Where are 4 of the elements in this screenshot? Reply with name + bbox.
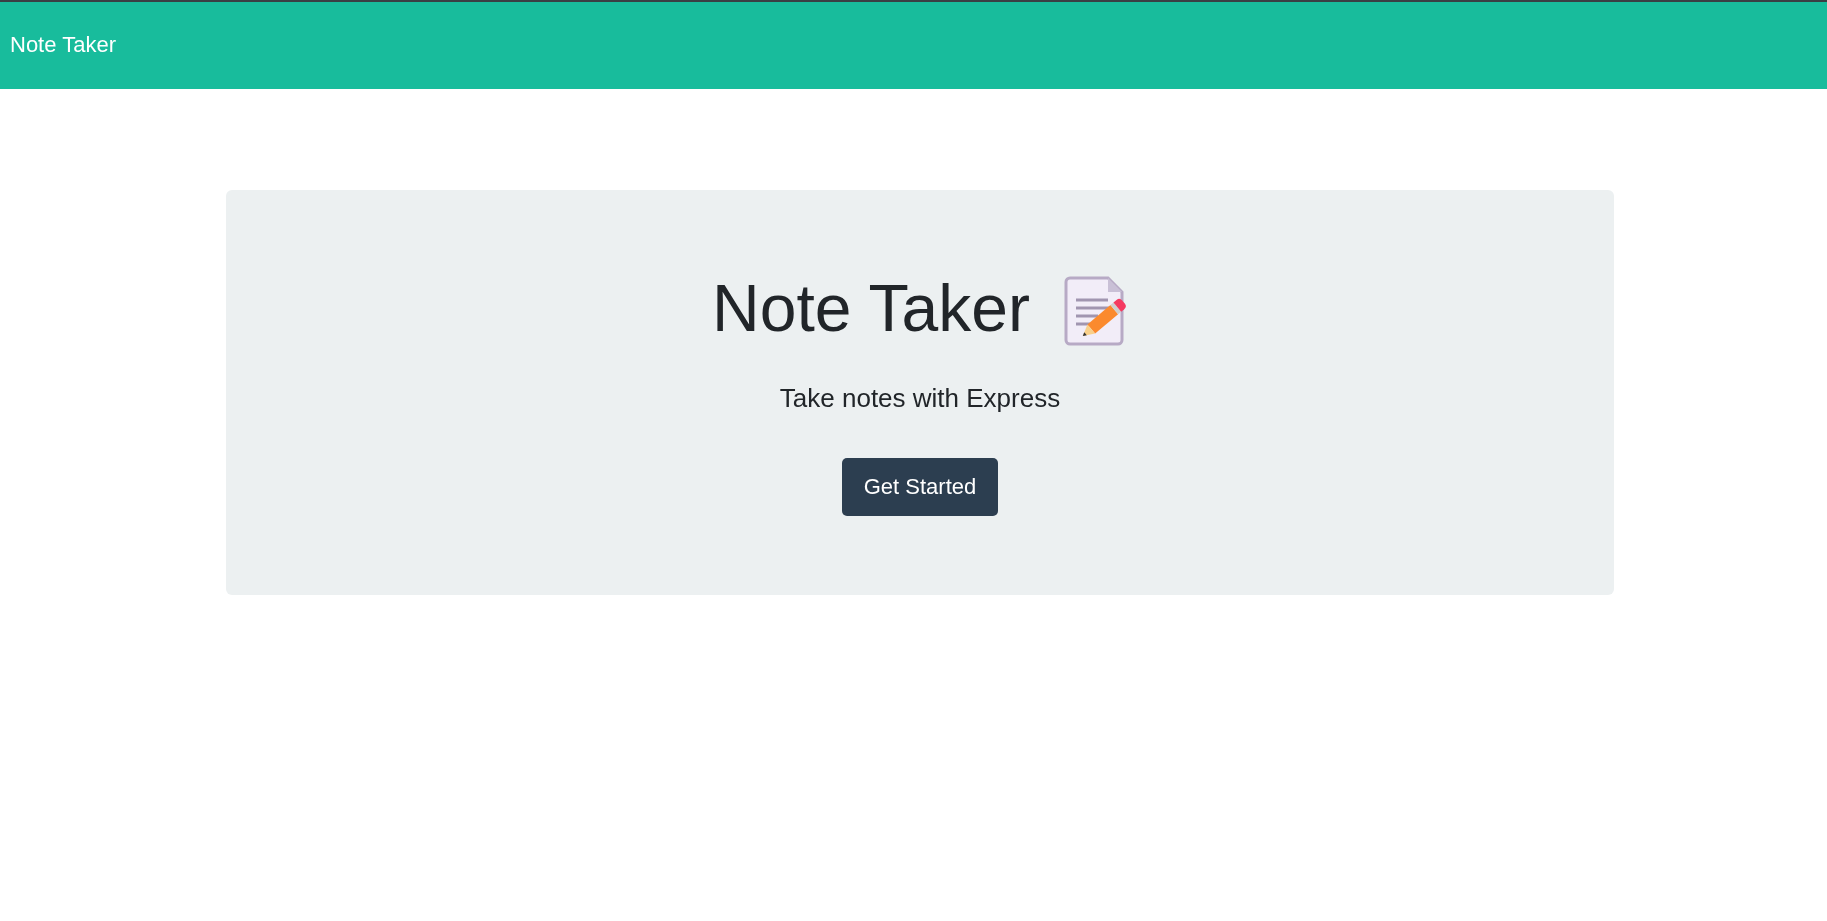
memo-pencil-icon [1063, 275, 1128, 346]
get-started-button[interactable]: Get Started [841, 458, 999, 516]
hero-title: Note Taker [712, 269, 1030, 347]
hero-subtitle: Take notes with Express [779, 382, 1061, 415]
